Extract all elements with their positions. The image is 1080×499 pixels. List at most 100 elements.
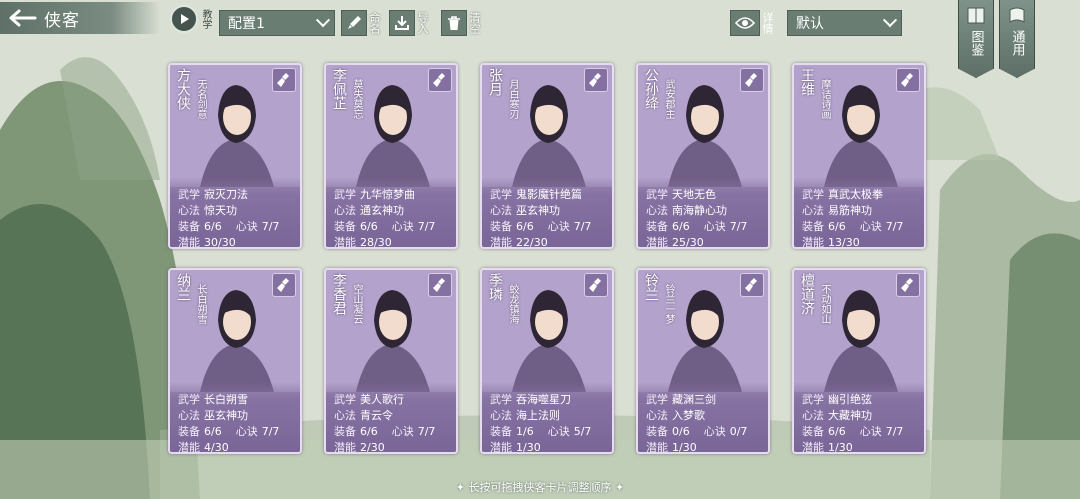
hero-name: 李佩芷 — [331, 68, 347, 110]
equip-key: 装备 — [178, 220, 200, 233]
equip-row: 装备 6/6 心诀 7/7 — [334, 424, 456, 440]
hero-card[interactable]: 公孙绛 武安郡主 武学 天地无色 心法 南海静心功 装备 6/6 心诀 7/7 … — [636, 63, 770, 249]
hero-stats: 武学 真武太极拳 心法 易筋神功 装备 6/6 心诀 7/7 潜能 13/30 — [794, 177, 924, 247]
jue-value: 5/7 — [573, 425, 592, 438]
equip-value: 6/6 — [204, 425, 222, 438]
broom-icon[interactable] — [740, 68, 764, 92]
equip-key: 装备 — [646, 220, 668, 233]
equip-value: 6/6 — [360, 220, 378, 233]
hero-stats: 武学 天地无色 心法 南海静心功 装备 6/6 心诀 7/7 潜能 25/30 — [638, 177, 768, 247]
potential-row: 潜能 25/30 — [646, 235, 768, 249]
potential-value: 30/30 — [204, 236, 236, 249]
hero-card[interactable]: 铃兰 铃兰一梦 武学 藏渊三剑 心法 入梦歌 装备 0/6 心诀 0/7 潜能 — [636, 268, 770, 454]
potential-row: 潜能 2/30 — [334, 440, 456, 452]
jue-key: 心诀 — [859, 220, 882, 233]
equip-key: 装备 — [490, 220, 512, 233]
hero-card[interactable]: 方大侠 无名剑意 武学 寂灭刀法 心法 惊天功 装备 6/6 心诀 7/7 潜能 — [168, 63, 302, 249]
wuxue-value: 九华惊梦曲 — [360, 188, 415, 201]
tutorial-label: 教学 — [200, 9, 211, 29]
detail-toggle[interactable]: 详情 — [730, 8, 774, 38]
jue-value: 7/7 — [417, 425, 436, 438]
wuxue-value: 鬼影魔针绝篇 — [516, 188, 582, 201]
page-title: 侠客 — [44, 10, 80, 31]
chevron-down-icon — [315, 13, 331, 28]
potential-row: 潜能 1/30 — [646, 440, 768, 452]
hero-card[interactable]: 檀道济 不动如山 武学 幽引绝弦 心法 大藏神功 装备 6/6 心诀 7/7 潜… — [792, 268, 926, 454]
potential-key: 潜能 — [802, 441, 824, 454]
hero-card[interactable]: 张月 月白寒刃 武学 鬼影魔针绝篇 心法 巫玄神功 装备 6/6 心诀 7/7 … — [480, 63, 614, 249]
config-select[interactable]: 配置1 — [219, 10, 335, 36]
config-select-value: 配置1 — [228, 16, 265, 32]
equip-value: 6/6 — [360, 425, 378, 438]
sort-select-value: 默认 — [796, 16, 824, 32]
clear-button[interactable]: 清空 — [441, 8, 481, 38]
broom-icon[interactable] — [428, 273, 452, 297]
potential-value: 28/30 — [360, 236, 392, 249]
potential-row: 潜能 1/30 — [490, 440, 612, 454]
wuxue-row: 武学 美人歌行 — [334, 392, 456, 408]
general-button[interactable]: 通用 — [999, 0, 1035, 78]
hero-card[interactable]: 王维 摩诘诗画 武学 真武太极拳 心法 易筋神功 装备 6/6 心诀 7/7 潜… — [792, 63, 926, 249]
play-icon — [170, 5, 198, 33]
jue-key: 心诀 — [235, 425, 258, 438]
wuxue-value: 真武太极拳 — [828, 188, 883, 201]
scroll-icon — [1005, 4, 1029, 28]
potential-key: 潜能 — [490, 441, 512, 454]
hero-stats: 武学 鬼影魔针绝篇 心法 巫玄神功 装备 6/6 心诀 7/7 潜能 22/30 — [482, 177, 612, 247]
hero-card[interactable]: 李佩芷 莫失莫忘 武学 九华惊梦曲 心法 通玄神功 装备 6/6 心诀 7/7 … — [324, 63, 458, 249]
wuxue-row: 武学 九华惊梦曲 — [334, 187, 456, 203]
wuxue-row: 武学 藏渊三剑 — [646, 392, 768, 408]
brush-icon — [341, 10, 367, 36]
rename-button[interactable]: 命名 — [341, 8, 381, 38]
broom-icon[interactable] — [740, 273, 764, 297]
import-button[interactable]: 导入 — [389, 8, 429, 38]
equip-row: 装备 6/6 心诀 7/7 — [334, 219, 456, 235]
xinfa-value: 惊天功 — [204, 204, 237, 217]
xinfa-key: 心法 — [646, 204, 668, 217]
equip-row: 装备 0/6 心诀 0/7 — [646, 424, 768, 440]
equip-key: 装备 — [802, 220, 824, 233]
hero-card[interactable]: 李香君 空山凝云 武学 美人歌行 心法 青云令 装备 6/6 心诀 7/7 潜能 — [324, 268, 458, 454]
back-button[interactable]: 侠客 — [0, 2, 160, 34]
wuxue-key: 武学 — [802, 188, 824, 201]
potential-key: 潜能 — [646, 236, 668, 249]
equip-row: 装备 6/6 心诀 7/7 — [178, 219, 300, 235]
import-label: 导入 — [416, 12, 429, 34]
jue-key: 心诀 — [859, 425, 882, 438]
potential-value: 4/30 — [204, 441, 229, 454]
broom-icon[interactable] — [272, 273, 296, 297]
back-arrow-icon — [0, 2, 44, 34]
equip-row: 装备 6/6 心诀 7/7 — [802, 219, 924, 235]
wuxue-row: 武学 真武太极拳 — [802, 187, 924, 203]
jue-value: 7/7 — [885, 220, 904, 233]
jue-value: 7/7 — [261, 425, 280, 438]
sort-select[interactable]: 默认 — [787, 10, 902, 36]
wuxue-row: 武学 寂灭刀法 — [178, 187, 300, 203]
broom-icon[interactable] — [896, 273, 920, 297]
jue-key: 心诀 — [703, 220, 726, 233]
wuxue-row: 武学 幽引绝弦 — [802, 392, 924, 408]
tutorial-button[interactable]: 教学 — [170, 4, 218, 34]
catalog-button[interactable]: 图鉴 — [958, 0, 994, 78]
broom-icon[interactable] — [896, 68, 920, 92]
broom-icon[interactable] — [584, 68, 608, 92]
xinfa-row: 心法 易筋神功 — [802, 203, 924, 219]
wuxue-row: 武学 鬼影魔针绝篇 — [490, 187, 612, 203]
hero-card[interactable]: 季璘 蛟龙镇海 武学 吞海噬星刀 心法 海上法则 装备 1/6 心诀 5/7 潜… — [480, 268, 614, 454]
broom-icon[interactable] — [584, 273, 608, 297]
equip-key: 装备 — [646, 425, 668, 438]
xinfa-value: 通玄神功 — [360, 204, 404, 217]
drag-hint: ✦ 长按可拖拽侠客卡片调整顺序 ✦ — [455, 481, 625, 494]
xinfa-row: 心法 南海静心功 — [646, 203, 768, 219]
hero-epithet: 月白寒刃 — [507, 79, 518, 119]
xinfa-value: 青云令 — [360, 409, 393, 422]
broom-icon[interactable] — [272, 68, 296, 92]
hero-stats: 武学 长白朔雪 心法 巫玄神功 装备 6/6 心诀 7/7 潜能 4/30 — [170, 382, 300, 452]
equip-value: 6/6 — [828, 220, 846, 233]
hero-card[interactable]: 纳兰 长白朔雪 武学 长白朔雪 心法 巫玄神功 装备 6/6 心诀 7/7 潜能 — [168, 268, 302, 454]
hero-epithet: 空山凝云 — [351, 284, 362, 324]
equip-row: 装备 6/6 心诀 7/7 — [802, 424, 924, 440]
broom-icon[interactable] — [428, 68, 452, 92]
equip-key: 装备 — [334, 220, 356, 233]
hero-epithet: 蛟龙镇海 — [507, 284, 518, 324]
